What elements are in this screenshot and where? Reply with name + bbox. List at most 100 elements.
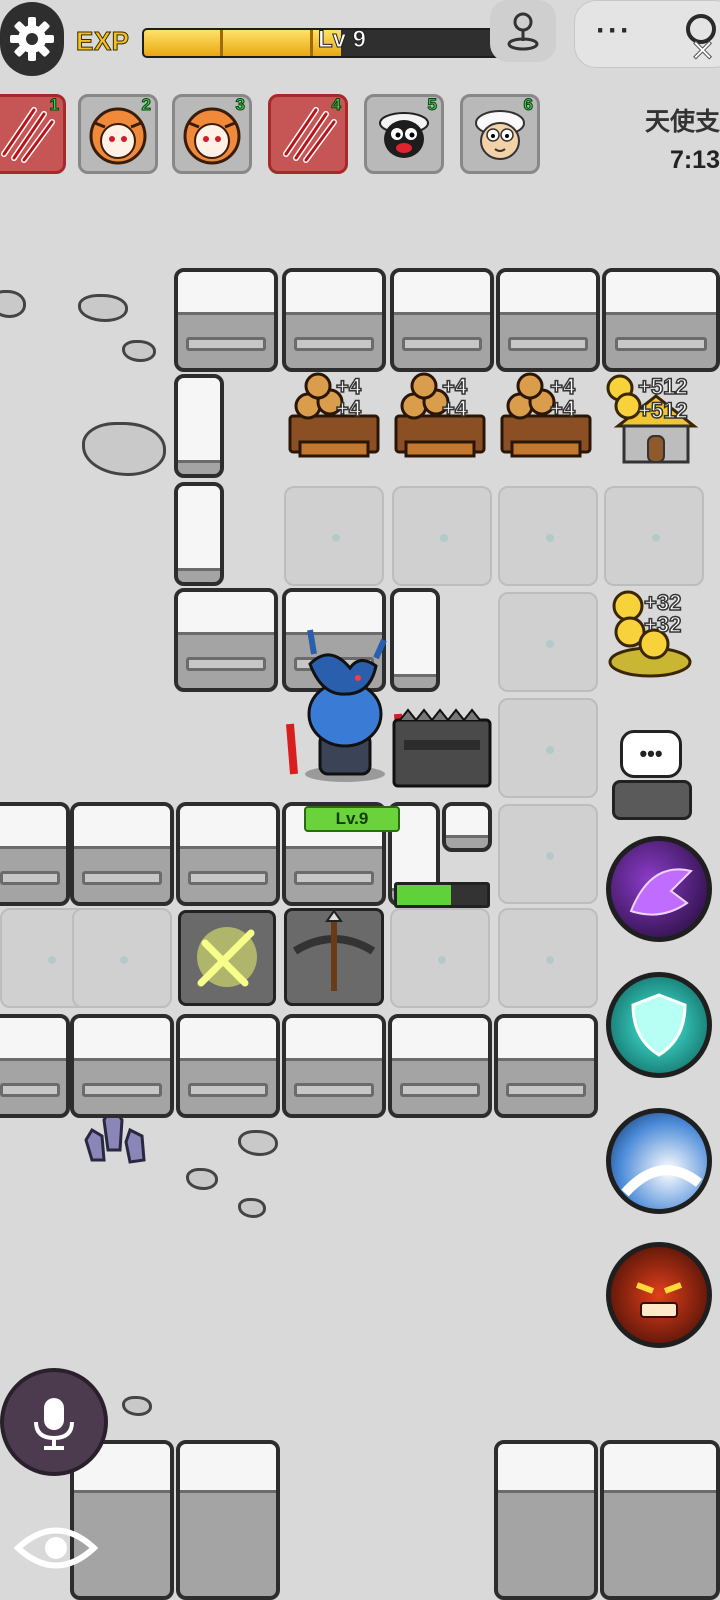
skill-ice-slash[interactable] — [606, 1108, 712, 1214]
wall-vertical — [174, 482, 224, 586]
exp-label: EXP — [76, 26, 130, 57]
wall-cap — [442, 802, 492, 852]
unit-slot-5[interactable]: 5 — [364, 94, 444, 174]
slot-number: 4 — [331, 95, 342, 115]
floor-tile[interactable] — [498, 486, 598, 586]
mode-title: 天使支 — [644, 108, 720, 136]
slot-number: 1 — [49, 95, 60, 115]
skill-rage-face[interactable] — [606, 1242, 712, 1348]
purple-beast-skill-icon — [629, 868, 693, 916]
wall-block — [494, 1014, 598, 1118]
floor-tile[interactable] — [284, 486, 384, 586]
rock — [186, 1168, 218, 1190]
chest-icon — [392, 708, 492, 788]
skill-cyan-shield[interactable] — [606, 972, 712, 1078]
ice-slash-skill-icon — [621, 1165, 703, 1197]
settings-button[interactable] — [0, 2, 64, 76]
glowing-crossbow-icon — [197, 927, 257, 987]
floor-tile[interactable] — [390, 908, 490, 1008]
joystick-button[interactable] — [490, 0, 556, 62]
view-toggle-button[interactable] — [14, 1506, 98, 1590]
hero-level-badge: Lv.9 — [304, 806, 400, 832]
wood-gain-text: +4 — [335, 374, 362, 399]
wall-block — [70, 1014, 174, 1118]
floor-tile[interactable] — [392, 486, 492, 586]
exp-bar-divider — [310, 30, 313, 56]
rock — [78, 294, 128, 322]
wood-gain-text: +4 — [441, 396, 468, 421]
rock — [122, 340, 156, 362]
slot-number: 6 — [523, 95, 534, 115]
claw-scratch-icon — [283, 107, 337, 163]
wall-corner — [176, 1440, 280, 1600]
wall-block — [600, 1440, 720, 1600]
floor-tile[interactable] — [72, 908, 172, 1008]
claw-scratch-icon — [1, 107, 55, 163]
unit-slot-6[interactable]: 6 — [460, 94, 540, 174]
close-icon[interactable]: ✕ — [689, 34, 715, 69]
log-pile-icon — [394, 372, 486, 458]
wall-vertical — [174, 374, 224, 478]
slot-number: 2 — [141, 95, 152, 115]
unit-slot-4[interactable]: 4 — [268, 94, 348, 174]
floor-tile[interactable] — [498, 804, 598, 904]
wall-block — [388, 1014, 492, 1118]
joystick-icon — [507, 12, 539, 51]
wall-block — [176, 1014, 280, 1118]
wall-block — [70, 802, 174, 906]
rock — [238, 1198, 266, 1218]
more-icon[interactable]: ··· — [596, 14, 632, 48]
wall-block — [282, 268, 386, 372]
glowing-turret[interactable] — [178, 910, 276, 1006]
enemy-unit[interactable] — [612, 780, 692, 820]
unit-slot-2[interactable]: 2 — [78, 94, 158, 174]
unit-slot-3[interactable]: 3 — [172, 94, 252, 174]
crossbow-turret[interactable] — [284, 908, 384, 1006]
wall-block — [0, 1014, 70, 1118]
cyan-shield-skill-icon — [631, 993, 687, 1057]
wall-block — [390, 268, 494, 372]
chest-health-bar — [394, 882, 490, 908]
spiked-chest[interactable] — [390, 700, 494, 790]
log-pile-icon — [288, 372, 380, 458]
gold-gain-text: +512 — [637, 398, 688, 423]
floor-tile[interactable] — [604, 486, 704, 586]
eye-icon — [14, 1527, 98, 1569]
unit-slot-1[interactable]: 1 — [0, 94, 66, 174]
game-timer: 7:13 — [669, 146, 720, 174]
wall-block — [0, 802, 70, 906]
exp-bar-divider — [220, 30, 223, 56]
wood-gain-text: +4 — [549, 396, 576, 421]
wall-block — [176, 802, 280, 906]
gold-gain-text: +32 — [643, 590, 682, 615]
wall-block — [602, 268, 720, 372]
wood-gain-text: +4 — [549, 374, 576, 399]
boulder — [82, 422, 166, 476]
speech-bubble-icon[interactable]: ••• — [620, 730, 682, 778]
microphone-icon — [34, 1398, 74, 1450]
lumber-mill[interactable] — [498, 368, 598, 468]
log-pile-icon — [500, 372, 592, 458]
wall-block — [282, 1014, 386, 1118]
floor-tile[interactable] — [498, 908, 598, 1008]
wall-block — [174, 588, 278, 692]
wood-gain-text: +4 — [335, 396, 362, 421]
floor-tile[interactable] — [498, 698, 598, 798]
rock — [238, 1130, 278, 1156]
health-fill — [397, 885, 451, 905]
wall-corner — [494, 1440, 598, 1600]
rock — [122, 1396, 152, 1416]
slot-number: 5 — [427, 95, 438, 115]
rock — [0, 290, 26, 318]
wall-block — [496, 268, 600, 372]
gear-icon — [10, 17, 54, 61]
gold-gain-text: +32 — [643, 612, 682, 637]
wall-corner — [174, 268, 278, 372]
player-level-text: Lv 9 — [317, 26, 367, 54]
voice-button[interactable] — [0, 1368, 108, 1476]
floor-tile[interactable] — [498, 592, 598, 692]
wood-gain-text: +4 — [441, 374, 468, 399]
skill-purple-beast[interactable] — [606, 836, 712, 942]
crossbow-icon — [292, 909, 376, 991]
rage-face-skill-icon — [635, 1282, 683, 1318]
